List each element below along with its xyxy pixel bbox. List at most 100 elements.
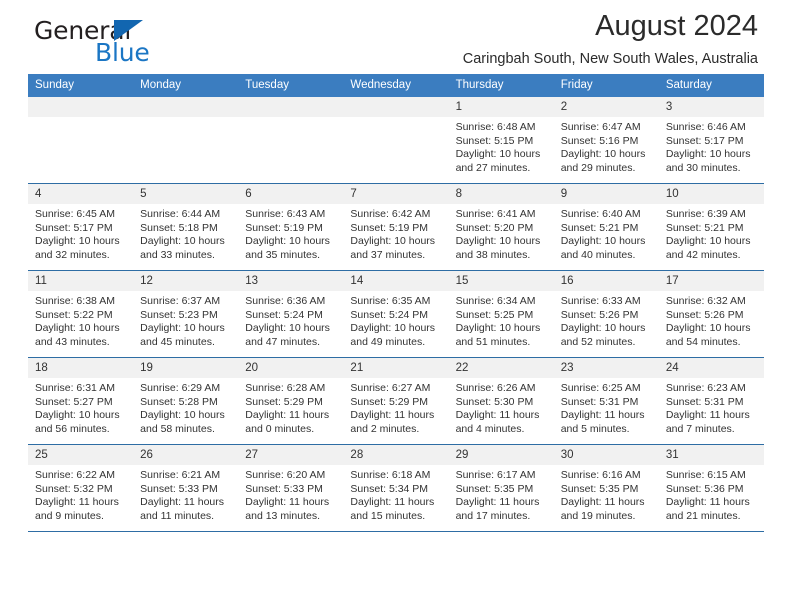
day-number: 11 [28,271,134,291]
calendar-day-cell[interactable]: 17 Sunrise: 6:32 AM Sunset: 5:26 PM Dayligh… [658,270,764,358]
daylight-duration-line1: Daylight: 10 hours [245,322,330,334]
sunrise-time: Sunrise: 6:48 AM [455,121,536,133]
day-number: 12 [133,271,239,291]
day-number: 20 [238,358,344,378]
sunrise-time: Sunrise: 6:34 AM [455,295,536,307]
day-details: Sunrise: 6:25 AM Sunset: 5:31 PM Daylight:… [554,378,659,436]
sunrise-time: Sunrise: 6:44 AM [140,208,221,220]
daylight-duration-line2: and 11 minutes. [140,509,215,522]
day-details: Sunrise: 6:48 AM Sunset: 5:15 PM Daylight:… [449,117,554,175]
sunrise-time: Sunrise: 6:22 AM [35,469,115,481]
page-header: General Blue August 2024 Caringbah South… [28,0,764,74]
calendar-day-cell[interactable]: 14 Sunrise: 6:35 AM Sunset: 5:24 PM Dayligh… [343,270,449,358]
calendar-week-row: 25 Sunrise: 6:22 AM Sunset: 5:32 PM Dayligh… [28,444,764,532]
daylight-duration-line1: Daylight: 11 hours [245,496,330,508]
calendar-day-cell[interactable]: 22 Sunrise: 6:26 AM Sunset: 5:30 PM Dayligh… [448,357,554,445]
calendar-day-cell[interactable]: 30 Sunrise: 6:16 AM Sunset: 5:35 PM Dayligh… [553,444,659,532]
calendar-day-cell[interactable]: 18 Sunrise: 6:31 AM Sunset: 5:27 PM Dayligh… [28,357,134,445]
day-details: Sunrise: 6:40 AM Sunset: 5:21 PM Daylight:… [554,204,659,262]
calendar-day-cell[interactable]: 26 Sunrise: 6:21 AM Sunset: 5:33 PM Dayligh… [133,444,239,532]
calendar-day-cell[interactable]: 28 Sunrise: 6:18 AM Sunset: 5:34 PM Dayligh… [343,444,449,532]
daylight-duration-line1: Daylight: 11 hours [560,409,645,421]
sunset-time: Sunset: 5:30 PM [455,395,534,408]
daylight-duration-line1: Daylight: 10 hours [455,322,541,334]
calendar-day-cell[interactable]: 29 Sunrise: 6:17 AM Sunset: 5:35 PM Dayligh… [448,444,554,532]
day-number: 25 [28,445,134,465]
daylight-duration-line2: and 45 minutes. [140,335,215,348]
calendar-day-cell[interactable]: 19 Sunrise: 6:29 AM Sunset: 5:28 PM Dayligh… [133,357,239,445]
sunrise-time: Sunrise: 6:28 AM [245,382,326,394]
day-number: 17 [658,271,764,291]
daylight-duration-line1: Daylight: 10 hours [140,235,225,247]
day-number: 13 [238,271,344,291]
calendar-day-cell[interactable]: 1 Sunrise: 6:48 AM Sunset: 5:15 PM Daylight… [448,97,554,184]
calendar-day-cell[interactable]: 16 Sunrise: 6:33 AM Sunset: 5:26 PM Dayligh… [553,270,659,358]
calendar-day-cell[interactable]: 7 Sunrise: 6:42 AM Sunset: 5:19 PM Daylight… [343,183,449,271]
daylight-duration-line2: and 2 minutes. [350,422,420,435]
general-blue-logo[interactable]: General Blue [34,16,254,72]
calendar-day-cell[interactable]: 2 Sunrise: 6:47 AM Sunset: 5:16 PM Daylight… [553,97,659,184]
calendar-day-cell[interactable]: 15 Sunrise: 6:34 AM Sunset: 5:25 PM Dayligh… [448,270,554,358]
daylight-duration-line2: and 51 minutes. [455,335,531,348]
calendar-day-cell[interactable]: 10 Sunrise: 6:39 AM Sunset: 5:21 PM Dayligh… [658,183,764,271]
sunrise-time: Sunrise: 6:32 AM [665,295,746,307]
day-number: 16 [553,271,659,291]
daylight-duration-line1: Daylight: 10 hours [560,148,646,160]
sunrise-time: Sunrise: 6:27 AM [350,382,431,394]
sunset-time: Sunset: 5:29 PM [245,395,323,408]
day-number: 15 [448,271,554,291]
daylight-duration-line1: Daylight: 11 hours [350,496,435,508]
calendar-day-cell[interactable]: 11 Sunrise: 6:38 AM Sunset: 5:22 PM Dayligh… [28,270,134,358]
calendar-day-cell[interactable]: 24 Sunrise: 6:23 AM Sunset: 5:31 PM Dayligh… [658,357,764,445]
calendar-day-cell[interactable]: 12 Sunrise: 6:37 AM Sunset: 5:23 PM Dayligh… [133,270,239,358]
calendar-day-cell[interactable]: 21 Sunrise: 6:27 AM Sunset: 5:29 PM Dayligh… [343,357,449,445]
sunrise-time: Sunrise: 6:43 AM [245,208,326,220]
daylight-duration-line2: and 30 minutes. [665,161,741,174]
daylight-duration-line1: Daylight: 11 hours [350,409,435,421]
calendar-day-cell[interactable]: 25 Sunrise: 6:22 AM Sunset: 5:32 PM Dayligh… [28,444,134,532]
daylight-duration-line2: and 13 minutes. [245,509,320,522]
day-details: Sunrise: 6:32 AM Sunset: 5:26 PM Daylight:… [659,291,764,349]
daylight-duration-line2: and 38 minutes. [455,248,531,261]
daylight-duration-line2: and 0 minutes. [245,422,315,435]
day-details: Sunrise: 6:36 AM Sunset: 5:24 PM Daylight:… [238,291,343,349]
calendar-day-cell[interactable]: 6 Sunrise: 6:43 AM Sunset: 5:19 PM Daylight… [238,183,344,271]
calendar-day-cell[interactable]: 9 Sunrise: 6:40 AM Sunset: 5:21 PM Daylight… [553,183,659,271]
sunset-time: Sunset: 5:35 PM [560,482,639,495]
calendar-day-cell[interactable]: 27 Sunrise: 6:20 AM Sunset: 5:33 PM Dayligh… [238,444,344,532]
calendar-day-cell[interactable]: 3 Sunrise: 6:46 AM Sunset: 5:17 PM Daylight… [658,97,764,184]
day-details: Sunrise: 6:17 AM Sunset: 5:35 PM Daylight:… [449,465,554,523]
calendar-day-cell[interactable]: 5 Sunrise: 6:44 AM Sunset: 5:18 PM Daylight… [133,183,239,271]
day-number: 2 [553,97,659,117]
day-details: Sunrise: 6:42 AM Sunset: 5:19 PM Daylight:… [343,204,448,262]
day-number [343,97,449,117]
calendar-day-cell[interactable]: 20 Sunrise: 6:28 AM Sunset: 5:29 PM Dayligh… [238,357,344,445]
day-number: 31 [658,445,764,465]
daylight-duration-line2: and 17 minutes. [455,509,531,522]
sunset-time: Sunset: 5:31 PM [560,395,639,408]
calendar-day-cell[interactable]: 13 Sunrise: 6:36 AM Sunset: 5:24 PM Dayligh… [238,270,344,358]
daylight-duration-line2: and 27 minutes. [455,161,531,174]
day-number: 1 [448,97,554,117]
sunset-time: Sunset: 5:22 PM [35,308,113,321]
calendar-day-cell[interactable]: 31 Sunrise: 6:15 AM Sunset: 5:36 PM Dayligh… [658,444,764,532]
day-number: 21 [343,358,449,378]
day-number: 9 [553,184,659,204]
calendar-day-cell[interactable]: 23 Sunrise: 6:25 AM Sunset: 5:31 PM Dayligh… [553,357,659,445]
sunset-time: Sunset: 5:17 PM [35,221,113,234]
day-details: Sunrise: 6:47 AM Sunset: 5:16 PM Daylight:… [554,117,659,175]
sunrise-sunset-calendar: Sunday Monday Tuesday Wednesday Thursday Frid… [28,74,764,532]
calendar-day-cell[interactable]: 4 Sunrise: 6:45 AM Sunset: 5:17 PM Daylight… [28,183,134,271]
day-details: Sunrise: 6:21 AM Sunset: 5:33 PM Daylight:… [133,465,238,523]
calendar-day-cell[interactable]: 8 Sunrise: 6:41 AM Sunset: 5:20 PM Daylight… [448,183,554,271]
day-number [28,97,134,117]
sunrise-time: Sunrise: 6:33 AM [560,295,641,307]
daylight-duration-line2: and 35 minutes. [245,248,320,261]
day-number: 28 [343,445,449,465]
day-number: 5 [133,184,239,204]
day-details: Sunrise: 6:22 AM Sunset: 5:32 PM Daylight:… [28,465,133,523]
sunrise-time: Sunrise: 6:38 AM [35,295,115,307]
weekday-header-saturday: Saturday [658,74,764,97]
weekday-header-sunday: Sunday [28,74,134,97]
title-block: August 2024 Caringbah South, New South W… [463,6,758,69]
